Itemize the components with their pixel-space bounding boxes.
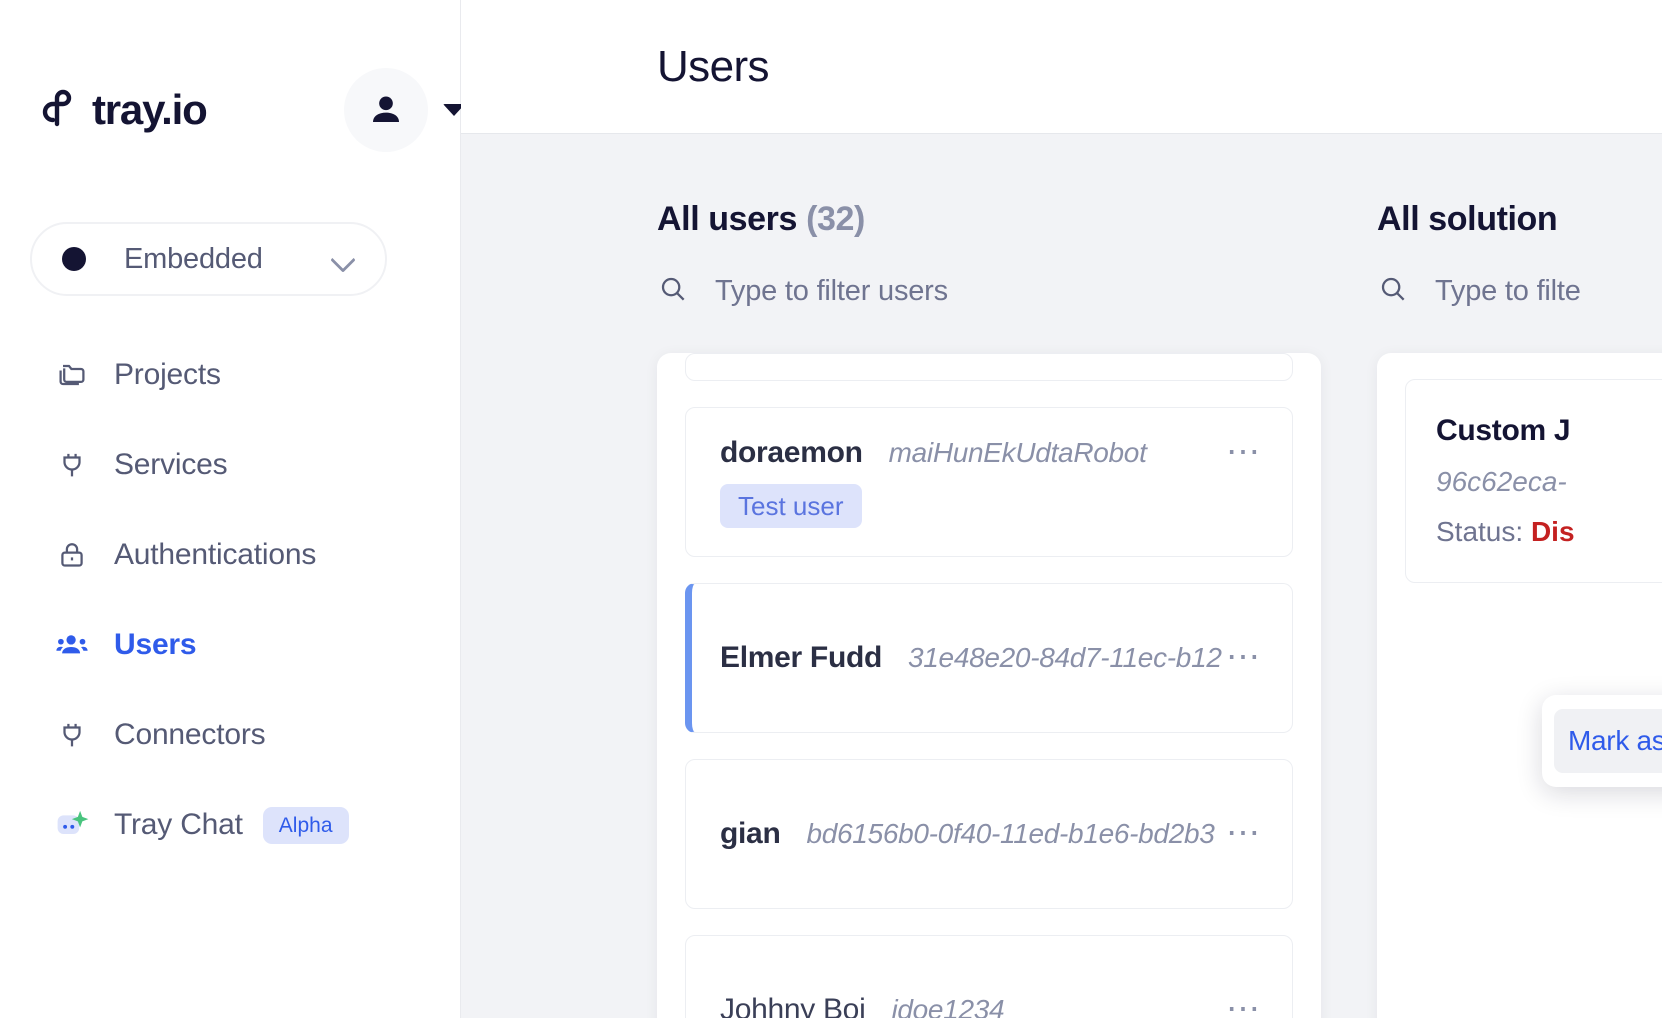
- tray-logo-icon: [42, 89, 84, 131]
- page-title: Users: [657, 41, 770, 91]
- user-row-main: Johhny Boi jdoe1234 ⋯: [720, 993, 1272, 1018]
- app-root: tray.io Embedded Projects Services Authe…: [0, 0, 1662, 1018]
- sidebar-item-label: Projects: [114, 358, 221, 391]
- user-row-main: gian bd6156b0-0f40-11ed-b1e6-bd2b3 ⋯: [720, 817, 1272, 851]
- sidebar-item-label: Users: [114, 628, 197, 661]
- lock-icon: [54, 537, 90, 573]
- user-name: gian: [720, 817, 781, 850]
- search-icon: [657, 273, 689, 310]
- people-icon: [54, 627, 90, 663]
- plug-icon: [54, 717, 90, 753]
- sidebar-item-projects[interactable]: Projects: [0, 330, 461, 420]
- all-solutions-column: All solution Custom J 96c62eca-: [1377, 200, 1662, 1018]
- users-list-card: doraemon maiHunEkUdtaRobot ⋯ Test user E…: [657, 353, 1321, 1018]
- ellipsis-icon[interactable]: ⋯: [1226, 641, 1272, 674]
- search-icon: [1377, 273, 1409, 310]
- sidebar-item-services[interactable]: Services: [0, 420, 461, 510]
- solutions-list-card: Custom J 96c62eca- Status: Dis: [1377, 353, 1662, 1018]
- account-menu[interactable]: [344, 68, 465, 152]
- table-row[interactable]: Elmer Fudd 31e48e20-84d7-11ec-b12 ⋯: [685, 583, 1293, 733]
- sidebar-item-label: Services: [114, 448, 228, 481]
- table-row[interactable]: doraemon maiHunEkUdtaRobot ⋯ Test user: [685, 407, 1293, 557]
- workspace-dot-icon: [62, 247, 86, 271]
- user-name: Johhny Boi: [720, 993, 866, 1018]
- row-context-menu[interactable]: Mark as test user: [1542, 695, 1662, 787]
- sidebar-nav: Projects Services Authentications Users …: [0, 330, 461, 870]
- mark-as-test-user-item[interactable]: Mark as test user: [1554, 709, 1662, 773]
- solution-status-value: Dis: [1530, 516, 1575, 547]
- sidebar-item-label: Connectors: [114, 718, 266, 751]
- sidebar-item-label: Authentications: [114, 538, 317, 571]
- user-uid: 31e48e20-84d7-11ec-b12: [908, 642, 1222, 673]
- user-name: Elmer Fudd: [720, 641, 883, 674]
- sparkle-icon: [54, 807, 90, 843]
- all-users-count: (32): [806, 200, 865, 238]
- ellipsis-icon[interactable]: ⋯: [1226, 993, 1272, 1018]
- sidebar-item-tray-chat[interactable]: Tray Chat Alpha: [0, 780, 461, 870]
- sidebar-item-label: Tray Chat: [114, 808, 243, 841]
- user-avatar-icon[interactable]: [344, 68, 428, 152]
- sidebar: tray.io Embedded Projects Services Authe…: [0, 0, 465, 1018]
- plug-icon: [54, 447, 90, 483]
- alpha-badge: Alpha: [262, 806, 349, 844]
- user-uid: maiHunEkUdtaRobot: [888, 437, 1147, 468]
- table-row[interactable]: gian bd6156b0-0f40-11ed-b1e6-bd2b3 ⋯: [685, 759, 1293, 909]
- all-users-column: All users (32) doraemon: [657, 200, 1377, 1018]
- main-content: Users All users (32) Type to filter user…: [461, 0, 1662, 1018]
- columns-container: All users (32) doraemon: [461, 134, 1662, 1018]
- all-solutions-heading: All solution: [1377, 200, 1662, 239]
- workspace-label: Embedded: [124, 242, 263, 275]
- users-filter-row[interactable]: [657, 265, 1377, 317]
- ellipsis-icon[interactable]: ⋯: [1226, 817, 1272, 850]
- user-uid: jdoe1234: [891, 994, 1005, 1018]
- table-row[interactable]: Johhny Boi jdoe1234 ⋯: [685, 935, 1293, 1018]
- solutions-filter-row[interactable]: [1377, 265, 1662, 317]
- user-name: doraemon: [720, 436, 863, 469]
- brand-row: tray.io: [42, 68, 465, 152]
- workspace-selector[interactable]: Embedded: [30, 222, 387, 296]
- user-row-main: Elmer Fudd 31e48e20-84d7-11ec-b12 ⋯: [720, 641, 1272, 675]
- all-users-heading: All users (32): [657, 200, 1377, 239]
- chevron-down-icon[interactable]: [331, 247, 355, 271]
- solution-uid: 96c62eca-: [1436, 466, 1567, 497]
- ellipsis-icon[interactable]: ⋯: [1226, 436, 1272, 469]
- top-bar: Users: [461, 0, 1662, 134]
- user-uid: bd6156b0-0f40-11ed-b1e6-bd2b3: [806, 818, 1215, 849]
- table-row[interactable]: [685, 353, 1293, 381]
- solution-status: Status: Dis: [1436, 516, 1662, 548]
- sidebar-item-connectors[interactable]: Connectors: [0, 690, 461, 780]
- solution-status-label: Status:: [1436, 516, 1524, 547]
- solutions-search-input[interactable]: [1435, 274, 1662, 308]
- sidebar-item-authentications[interactable]: Authentications: [0, 510, 461, 600]
- user-row-main: doraemon maiHunEkUdtaRobot ⋯: [720, 436, 1272, 470]
- sidebar-item-users[interactable]: Users: [0, 600, 461, 690]
- all-users-heading-text: All users: [657, 200, 798, 238]
- users-search-input[interactable]: [715, 274, 1235, 308]
- all-solutions-heading-text: All solution: [1377, 200, 1558, 238]
- folders-icon: [54, 357, 90, 393]
- status-badge: Test user: [720, 484, 862, 528]
- brand-name: tray.io: [92, 86, 208, 133]
- list-item[interactable]: Custom J 96c62eca- Status: Dis: [1405, 379, 1662, 583]
- solution-name: Custom J: [1436, 414, 1571, 447]
